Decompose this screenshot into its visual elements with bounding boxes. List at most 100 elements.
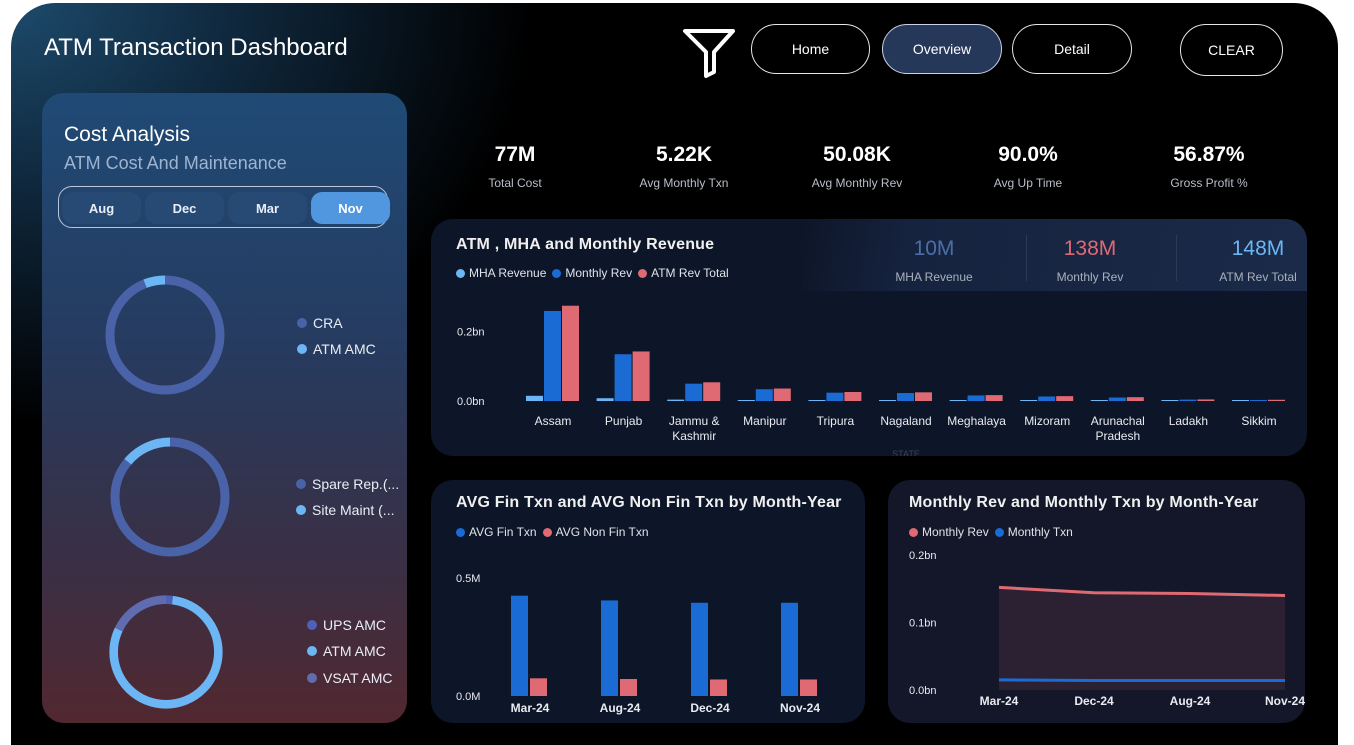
- cost-analysis-panel: Cost Analysis ATM Cost And Maintenance A…: [42, 93, 407, 723]
- fin-txn-card: AVG Fin Txn and AVG Non Fin Txn by Month…: [431, 480, 865, 723]
- month-button-mar[interactable]: Mar: [228, 192, 307, 224]
- bar[interactable]: [1179, 399, 1197, 401]
- bar[interactable]: [897, 393, 914, 401]
- kpi-label: Avg Up Time: [993, 176, 1063, 190]
- y-tick-label: 0.1bn: [909, 618, 937, 630]
- bar[interactable]: [620, 679, 637, 696]
- bar[interactable]: [1038, 396, 1056, 401]
- detail-button[interactable]: Detail: [1012, 24, 1132, 74]
- bar[interactable]: [691, 602, 708, 696]
- bar[interactable]: [511, 595, 528, 696]
- fin-txn-chart[interactable]: 0.0M 0.5M Mar-24 Aug-24 Dec-24 Nov-24: [431, 480, 865, 723]
- y-tick-label: 0.0M: [456, 691, 480, 703]
- bar[interactable]: [844, 391, 862, 401]
- bar[interactable]: [808, 400, 826, 401]
- kpi-avg-up-time: 90.0% Avg Up Time: [938, 143, 1118, 190]
- legend-label: CRA: [313, 315, 343, 331]
- dashboard-title: ATM Transaction Dashboard: [44, 34, 348, 61]
- legend-dot: [296, 479, 306, 489]
- bar[interactable]: [985, 395, 1003, 401]
- bar[interactable]: [1268, 399, 1285, 401]
- bar[interactable]: [1197, 399, 1215, 401]
- bar[interactable]: [1232, 400, 1249, 401]
- bar[interactable]: [562, 305, 579, 401]
- x-tick-label: Manipur: [743, 414, 786, 428]
- bar[interactable]: [1020, 400, 1038, 401]
- bar[interactable]: [614, 354, 632, 401]
- bar[interactable]: [632, 351, 650, 401]
- x-tick-label: Mar-24: [511, 701, 550, 715]
- monthly-rev-txn-chart[interactable]: 0.0bn 0.1bn 0.2bn Mar-24 Dec-24 Aug-24 Nov-24: [888, 480, 1305, 723]
- bar[interactable]: [544, 310, 561, 401]
- donut-legend-item: ATM AMC: [297, 341, 376, 357]
- month-button-nov[interactable]: Nov: [311, 192, 390, 224]
- cost-donut-ups[interactable]: [107, 593, 225, 711]
- legend-dot: [297, 344, 307, 354]
- x-tick-label: Nov-24: [780, 701, 820, 715]
- month-button-dec[interactable]: Dec: [145, 192, 224, 224]
- x-tick-label: Nagaland: [880, 414, 931, 428]
- filter-icon[interactable]: [681, 25, 737, 79]
- legend-dot: [307, 646, 317, 656]
- bar[interactable]: [737, 400, 755, 401]
- x-tick-label: Aug-24: [1170, 694, 1211, 708]
- kpi-label: Avg Monthly Rev: [811, 176, 903, 190]
- legend-dot: [307, 620, 317, 630]
- bar[interactable]: [755, 389, 773, 401]
- legend-dot: [307, 673, 317, 683]
- x-tick-label: Tripura: [817, 414, 855, 428]
- bar[interactable]: [1161, 400, 1179, 401]
- clear-button[interactable]: CLEAR: [1180, 24, 1283, 76]
- x-tick-label: Dec-24: [1074, 694, 1114, 708]
- cost-donut-spare[interactable]: [108, 435, 232, 559]
- kpi-gross-profit: 56.87% Gross Profit %: [1119, 143, 1299, 190]
- bar[interactable]: [526, 395, 543, 401]
- legend-label: ATM AMC: [323, 643, 386, 659]
- x-tick-label: Punjab: [605, 414, 643, 428]
- overview-button[interactable]: Overview: [882, 24, 1002, 74]
- x-tick-label: Pradesh: [1095, 429, 1140, 443]
- bar[interactable]: [1090, 400, 1108, 401]
- cost-donut-cra[interactable]: [103, 273, 227, 397]
- x-tick-label: Arunachal: [1091, 414, 1145, 428]
- bar[interactable]: [710, 679, 727, 696]
- bar[interactable]: [703, 382, 721, 401]
- kpi-value: 50.08K: [823, 143, 891, 166]
- donut-slice[interactable]: [105, 275, 225, 395]
- x-tick-label: Aug-24: [600, 701, 641, 715]
- bar[interactable]: [1108, 397, 1126, 401]
- y-tick-label: 0.2bn: [909, 550, 937, 562]
- bar[interactable]: [1250, 399, 1267, 401]
- bar[interactable]: [800, 679, 817, 696]
- bar[interactable]: [667, 399, 685, 401]
- bar[interactable]: [915, 392, 932, 401]
- y-tick-label: 0.2bn: [457, 327, 485, 339]
- donut-legend-item: Spare Rep.(...: [296, 476, 399, 492]
- legend-label: VSAT AMC: [323, 670, 393, 686]
- month-slicer: Aug Dec Mar Nov: [58, 186, 390, 228]
- bar[interactable]: [685, 383, 703, 401]
- bar[interactable]: [773, 388, 791, 401]
- bar[interactable]: [1056, 396, 1074, 401]
- bar[interactable]: [781, 602, 798, 696]
- bar[interactable]: [949, 400, 967, 401]
- bar[interactable]: [879, 400, 896, 401]
- y-tick-label: 0.5M: [456, 573, 480, 585]
- bar[interactable]: [1126, 397, 1144, 401]
- month-button-aug[interactable]: Aug: [62, 192, 141, 224]
- legend-label: Spare Rep.(...: [312, 476, 400, 492]
- bar[interactable]: [601, 600, 618, 696]
- monthly-txn-line[interactable]: [998, 678, 1285, 683]
- kpi-label: Avg Monthly Txn: [639, 176, 729, 190]
- x-axis-title: STATE: [892, 449, 920, 456]
- bar[interactable]: [596, 398, 614, 401]
- monthly-rev-txn-card: Monthly Rev and Monthly Txn by Month-Yea…: [888, 480, 1305, 723]
- bar[interactable]: [967, 395, 985, 401]
- bar[interactable]: [530, 678, 547, 696]
- y-tick-label: 0.0bn: [909, 685, 937, 697]
- bar[interactable]: [826, 392, 844, 401]
- revenue-by-state-chart[interactable]: 0.0bn 0.2bn Assam Punjab Jammu &Kashmir Manip…: [431, 219, 1307, 456]
- x-tick-label: Dec-24: [690, 701, 730, 715]
- home-button[interactable]: Home: [751, 24, 870, 74]
- kpi-avg-monthly-txn: 5.22K Avg Monthly Txn: [594, 143, 774, 190]
